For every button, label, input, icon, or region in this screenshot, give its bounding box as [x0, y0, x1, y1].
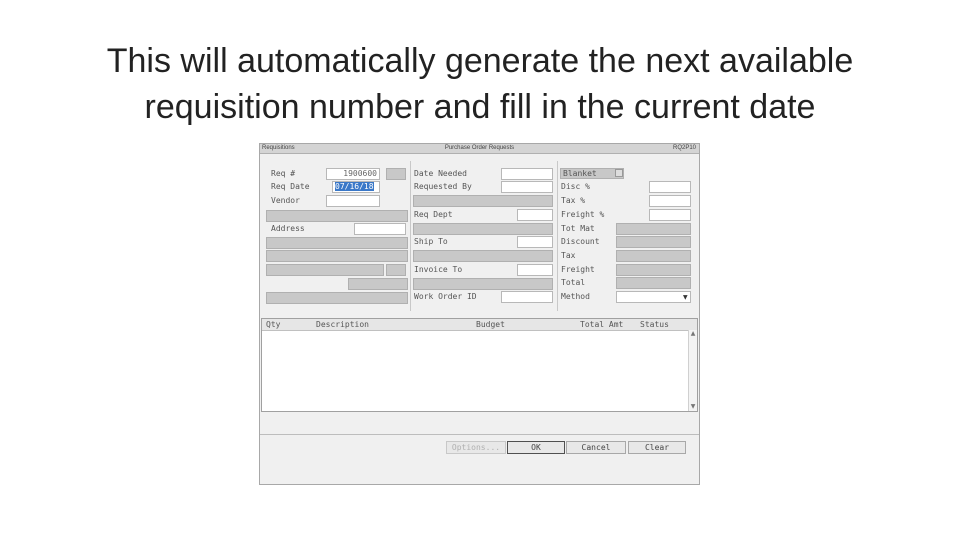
blanket-checkbox[interactable]: [615, 169, 623, 177]
req-date-value: 07/16/18: [335, 182, 374, 191]
address-state-field: [386, 264, 406, 276]
address-code-field[interactable]: [354, 223, 406, 235]
requested-by-name-field: [413, 195, 553, 207]
address-line-2-field: [266, 250, 408, 262]
ship-to-label: Ship To: [414, 237, 448, 246]
tot-mat-field: [616, 223, 691, 235]
tot-mat-label: Tot Mat: [561, 224, 595, 233]
slide-title-line-2: requisition number and fill in the curre…: [144, 88, 816, 126]
column-header-status: Status: [640, 320, 669, 329]
date-needed-label: Date Needed: [414, 169, 467, 178]
tax-field: [616, 250, 691, 262]
cancel-button[interactable]: Cancel: [566, 441, 626, 454]
total-field: [616, 277, 691, 289]
window-title-right: RQ2P10: [672, 145, 696, 151]
slide-title-line-1: This will automatically generate the nex…: [106, 42, 854, 80]
vendor-field[interactable]: [326, 195, 380, 207]
column-header-budget: Budget: [476, 320, 505, 329]
invoice-to-name-field: [413, 278, 553, 290]
total-label: Total: [561, 278, 586, 287]
address-city-field: [266, 264, 384, 276]
blanket-label: Blanket: [563, 169, 597, 178]
clear-button[interactable]: Clear: [628, 441, 686, 454]
slide-title: This will automatically generate the nex…: [0, 38, 960, 130]
column-divider-left: [410, 161, 411, 311]
column-header-total-amt: Total Amt: [580, 320, 624, 329]
ok-button[interactable]: OK: [507, 441, 565, 454]
work-order-label: Work Order ID: [414, 292, 477, 301]
address-label: Address: [271, 224, 305, 233]
window-titlebar: Requisitions Purchase Order Requests RQ2…: [260, 144, 699, 154]
address-zip-field: [348, 278, 408, 290]
discount-label: Discount: [561, 237, 600, 246]
invoice-to-label: Invoice To: [414, 265, 463, 274]
options-button[interactable]: Options...: [446, 441, 506, 454]
tax-pct-field[interactable]: [649, 195, 691, 207]
freight-pct-field[interactable]: [649, 209, 691, 221]
scroll-down-icon[interactable]: ▼: [689, 403, 697, 411]
grid-scrollbar[interactable]: ▲ ▼: [688, 330, 697, 411]
req-date-label: Req Date: [271, 182, 310, 191]
tax-label: Tax: [561, 251, 576, 260]
requested-by-label: Requested By: [414, 182, 472, 191]
date-needed-field[interactable]: [501, 168, 553, 180]
requested-by-field[interactable]: [501, 181, 553, 193]
work-order-field[interactable]: [501, 291, 553, 303]
discount-field: [616, 236, 691, 248]
scroll-up-icon[interactable]: ▲: [689, 330, 697, 338]
vendor-label: Vendor: [271, 196, 300, 205]
button-bar-divider: [260, 434, 699, 435]
column-header-qty: Qty: [266, 320, 281, 329]
req-number-label: Req #: [271, 169, 296, 178]
tax-pct-label: Tax %: [561, 196, 586, 205]
req-dept-field[interactable]: [517, 209, 553, 221]
method-label: Method: [561, 292, 590, 301]
line-items-grid[interactable]: Qty Description Budget Total Amt Status …: [261, 318, 698, 412]
grid-header: Qty Description Budget Total Amt Status: [262, 319, 697, 331]
req-number-lookup-button[interactable]: [386, 168, 406, 180]
req-dept-name-field: [413, 223, 553, 235]
invoice-to-field[interactable]: [517, 264, 553, 276]
req-dept-label: Req Dept: [414, 210, 453, 219]
address-country-field: [266, 292, 408, 304]
freight-label: Freight: [561, 265, 595, 274]
ship-to-name-field: [413, 250, 553, 262]
column-divider-right: [557, 161, 558, 311]
freight-pct-label: Freight %: [561, 210, 605, 219]
window-title-center: Purchase Order Requests: [444, 145, 515, 151]
req-number-field[interactable]: 1900600: [326, 168, 380, 180]
column-header-description: Description: [316, 320, 369, 329]
disc-pct-label: Disc %: [561, 182, 590, 191]
vendor-name-field: [266, 210, 408, 222]
req-date-field[interactable]: 07/16/18: [332, 181, 380, 193]
ship-to-field[interactable]: [517, 236, 553, 248]
address-line-1-field: [266, 237, 408, 249]
method-select[interactable]: [616, 291, 691, 303]
disc-pct-field[interactable]: [649, 181, 691, 193]
chevron-down-icon[interactable]: ▼: [683, 294, 688, 301]
requisition-window: Requisitions Purchase Order Requests RQ2…: [259, 143, 700, 485]
freight-field: [616, 264, 691, 276]
